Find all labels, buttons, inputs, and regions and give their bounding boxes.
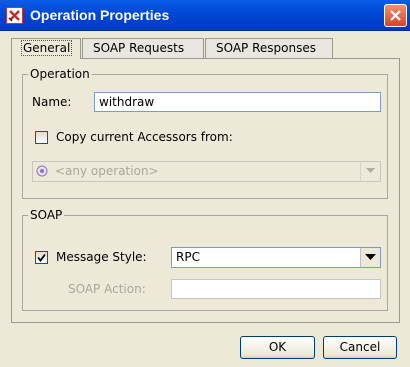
- title-bar[interactable]: Operation Properties: [0, 0, 410, 31]
- copy-from-dropdown[interactable]: <any operation>: [32, 161, 381, 182]
- chevron-down-icon: [365, 254, 376, 260]
- tab-soap-requests[interactable]: SOAP Requests: [82, 38, 204, 58]
- copy-from-arrow[interactable]: [360, 162, 380, 181]
- soap-action-input[interactable]: [171, 279, 381, 299]
- tab-general-label: General: [20, 40, 73, 56]
- tab-soap-responses-label: SOAP Responses: [216, 41, 316, 55]
- tab-soap-responses[interactable]: SOAP Responses: [205, 38, 333, 58]
- ok-button[interactable]: OK: [240, 336, 315, 359]
- copy-from-value: <any operation>: [55, 164, 159, 178]
- operation-group-title: Operation: [28, 67, 92, 81]
- soap-group-title: SOAP: [28, 208, 65, 222]
- copy-accessors-checkbox[interactable]: [35, 131, 48, 144]
- window-title: Operation Properties: [30, 7, 170, 23]
- message-style-checkbox[interactable]: [35, 251, 48, 264]
- soap-group: SOAP Message Style: RPC SOAP Action:: [22, 208, 388, 311]
- name-label: Name:: [32, 95, 72, 109]
- operation-properties-dialog: Operation Properties General SOAP Reques…: [0, 0, 410, 367]
- message-style-label: Message Style:: [56, 250, 147, 264]
- tab-general[interactable]: General: [11, 38, 81, 59]
- name-input[interactable]: withdraw: [94, 92, 381, 112]
- soap-action-label: SOAP Action:: [68, 282, 146, 296]
- general-tab-panel: Operation Name: withdraw Copy current Ac…: [11, 58, 400, 323]
- chevron-down-icon: [366, 168, 375, 173]
- operation-group: Operation Name: withdraw Copy current Ac…: [22, 67, 388, 199]
- dialog-client-area: General SOAP Requests SOAP Responses Ope…: [3, 31, 407, 364]
- message-style-dropdown[interactable]: RPC: [171, 247, 381, 268]
- close-button[interactable]: [384, 4, 407, 27]
- close-icon: [390, 10, 401, 21]
- button-bar: OK Cancel: [3, 324, 407, 364]
- check-icon: [37, 253, 46, 262]
- app-x-icon: [6, 7, 23, 24]
- operation-icon: [36, 165, 48, 177]
- copy-accessors-label: Copy current Accessors from:: [56, 130, 233, 144]
- cancel-button[interactable]: Cancel: [323, 336, 397, 359]
- tab-soap-requests-label: SOAP Requests: [93, 41, 185, 55]
- message-style-value: RPC: [176, 250, 200, 264]
- message-style-arrow[interactable]: [360, 248, 380, 267]
